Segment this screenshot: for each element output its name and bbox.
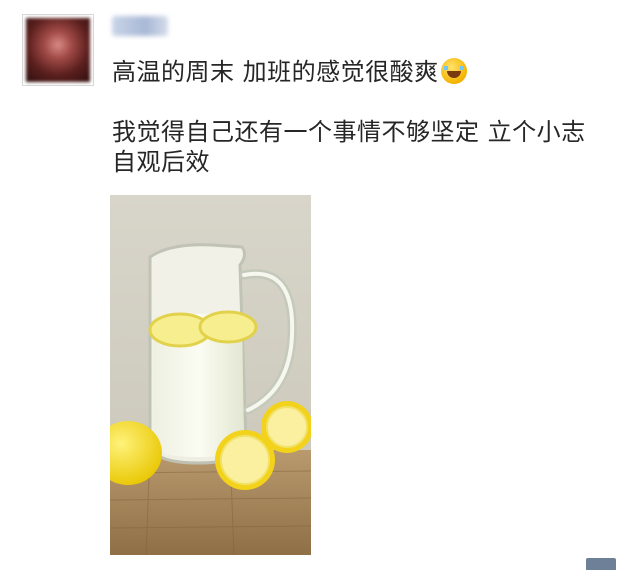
post-text-line-1-text: 高温的周末 加班的感觉很酸爽 [112,58,439,86]
lemon-water-illustration [110,195,311,555]
avatar[interactable] [22,14,94,86]
post-text-line-2: 我觉得自己还有一个事情不够坚定 立个小志 [112,118,586,146]
more-options-icon[interactable] [586,558,616,570]
avatar-image [26,18,90,82]
username-blurred[interactable] [112,16,168,36]
laugh-cry-emoji-icon [440,58,467,84]
post-text-line-1: 高温的周末 加班的感觉很酸爽 [112,56,612,88]
post-text-line-3: 自观后效 [112,148,210,176]
post-photo-lemon-water[interactable] [110,195,311,555]
